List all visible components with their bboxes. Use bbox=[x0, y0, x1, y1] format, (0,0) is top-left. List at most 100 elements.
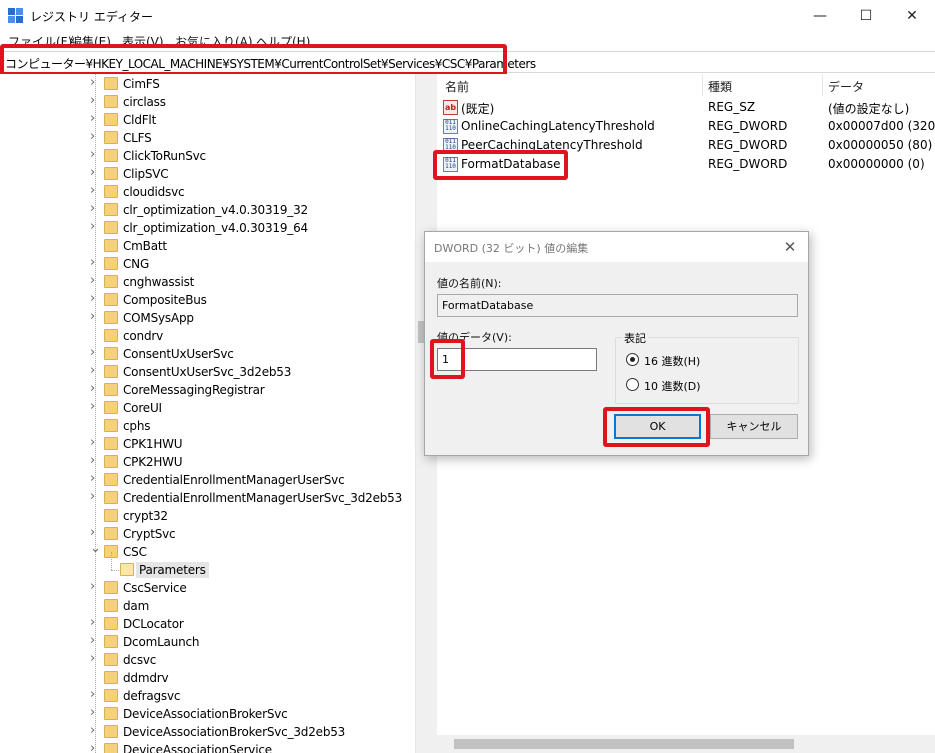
menu-view[interactable]: 表示(V) bbox=[122, 33, 164, 50]
chevron-right-icon[interactable]: › bbox=[90, 75, 100, 90]
chevron-right-icon[interactable]: › bbox=[90, 471, 100, 486]
folder-icon bbox=[104, 239, 118, 252]
dec-radio-label[interactable]: 10 進数(D) bbox=[644, 378, 701, 394]
tree-item[interactable]: › ConsentUxUserSvc bbox=[0, 345, 415, 363]
cancel-button[interactable]: キャンセル bbox=[710, 414, 798, 439]
column-header-data[interactable]: データ bbox=[828, 78, 864, 95]
tree-item[interactable]: › DeviceAssociationBrokerSvc bbox=[0, 705, 415, 723]
tree-item[interactable]: › clr_optimization_v4.0.30319_32 bbox=[0, 201, 415, 219]
maximize-button[interactable]: ☐ bbox=[843, 0, 889, 31]
chevron-right-icon[interactable]: › bbox=[90, 201, 100, 216]
tree-item[interactable]: dam bbox=[0, 597, 415, 615]
chevron-right-icon[interactable]: › bbox=[90, 363, 100, 378]
list-scrollbar-thumb[interactable] bbox=[454, 739, 794, 749]
value-row[interactable]: 011 110 PeerCachingLatencyThreshold REG_… bbox=[437, 136, 935, 155]
tree-item[interactable]: › CscService bbox=[0, 579, 415, 597]
tree-item[interactable]: › DCLocator bbox=[0, 615, 415, 633]
tree-item[interactable]: › COMSysApp bbox=[0, 309, 415, 327]
chevron-right-icon[interactable]: › bbox=[90, 381, 100, 396]
tree-item[interactable]: › CPK2HWU bbox=[0, 453, 415, 471]
menu-favorites[interactable]: お気に入り(A) bbox=[175, 33, 253, 50]
chevron-right-icon[interactable]: › bbox=[90, 147, 100, 162]
value-row-formatdatabase[interactable]: 011 110 FormatDatabase REG_DWORD 0x00000… bbox=[437, 155, 935, 174]
chevron-right-icon[interactable]: › bbox=[90, 651, 100, 666]
tree-item[interactable]: › cloudidsvc bbox=[0, 183, 415, 201]
chevron-right-icon[interactable]: › bbox=[90, 399, 100, 414]
ok-button[interactable]: OK bbox=[614, 414, 701, 439]
chevron-right-icon[interactable]: › bbox=[90, 129, 100, 144]
tree-item[interactable]: cphs bbox=[0, 417, 415, 435]
tree-item[interactable]: ddmdrv bbox=[0, 669, 415, 687]
address-path[interactable]: コンピューター¥HKEY_LOCAL_MACHINE¥SYSTEM¥Curren… bbox=[5, 55, 536, 72]
tree-item[interactable]: › CompositeBus bbox=[0, 291, 415, 309]
chevron-right-icon[interactable]: › bbox=[90, 723, 100, 738]
tree-item[interactable]: › DeviceAssociationBrokerSvc_3d2eb53 bbox=[0, 723, 415, 741]
menu-file[interactable]: ファイル(F) bbox=[8, 33, 72, 50]
chevron-right-icon[interactable]: › bbox=[90, 687, 100, 702]
tree-item[interactable]: ⌄ CSC bbox=[0, 541, 415, 561]
chevron-right-icon[interactable]: › bbox=[90, 579, 100, 594]
tree-item[interactable]: › circlass bbox=[0, 93, 415, 111]
chevron-right-icon[interactable]: › bbox=[90, 183, 100, 198]
chevron-right-icon[interactable]: › bbox=[90, 273, 100, 288]
tree-item[interactable]: › CldFlt bbox=[0, 111, 415, 129]
chevron-right-icon[interactable]: › bbox=[90, 741, 100, 753]
chevron-right-icon[interactable]: › bbox=[90, 435, 100, 450]
tree-item[interactable]: › ClickToRunSvc bbox=[0, 147, 415, 165]
key-tree-pane[interactable]: › CimFS › circlass › CldFlt › CLFS › ClickToRunSv… bbox=[0, 74, 415, 753]
tree-item[interactable]: crypt32 bbox=[0, 507, 415, 525]
chevron-right-icon[interactable]: › bbox=[90, 525, 100, 540]
hex-radio-label[interactable]: 16 進数(H) bbox=[644, 353, 700, 369]
chevron-right-icon[interactable]: › bbox=[90, 309, 100, 324]
dialog-close-icon[interactable]: ✕ bbox=[778, 236, 802, 258]
menu-help[interactable]: ヘルプ(H) bbox=[256, 33, 310, 50]
hex-radio[interactable] bbox=[626, 353, 639, 366]
chevron-right-icon[interactable]: › bbox=[90, 489, 100, 504]
chevron-right-icon[interactable]: › bbox=[90, 633, 100, 648]
value-row[interactable]: ab (既定) REG_SZ (値の設定なし) bbox=[437, 98, 935, 117]
tree-item[interactable]: › DcomLaunch bbox=[0, 633, 415, 651]
minimize-button[interactable]: — bbox=[797, 0, 843, 31]
chevron-right-icon[interactable]: › bbox=[90, 453, 100, 468]
tree-item[interactable]: › dcsvc bbox=[0, 651, 415, 669]
chevron-right-icon[interactable]: › bbox=[90, 93, 100, 108]
close-button[interactable]: ✕ bbox=[889, 0, 935, 31]
tree-item[interactable]: CmBatt bbox=[0, 237, 415, 255]
chevron-right-icon[interactable]: › bbox=[90, 345, 100, 360]
tree-item-selected[interactable]: Parameters bbox=[0, 552, 415, 579]
tree-item[interactable]: › CLFS bbox=[0, 129, 415, 147]
chevron-right-icon[interactable]: › bbox=[90, 255, 100, 270]
chevron-right-icon[interactable]: › bbox=[90, 615, 100, 630]
column-header-type[interactable]: 種類 bbox=[708, 78, 732, 95]
chevron-right-icon[interactable]: › bbox=[90, 219, 100, 234]
value-row[interactable]: 011 110 OnlineCachingLatencyThreshold RE… bbox=[437, 117, 935, 136]
tree-item[interactable]: › DeviceAssociationService bbox=[0, 741, 415, 753]
tree-item[interactable]: › CimFS bbox=[0, 75, 415, 93]
value-type: REG_DWORD bbox=[708, 157, 788, 171]
tree-item[interactable]: › ClipSVC bbox=[0, 165, 415, 183]
address-bar[interactable]: コンピューター¥HKEY_LOCAL_MACHINE¥SYSTEM¥Curren… bbox=[0, 51, 935, 73]
list-horizontal-scrollbar[interactable] bbox=[437, 735, 935, 753]
column-header-name[interactable]: 名前 bbox=[445, 78, 469, 95]
chevron-right-icon[interactable]: › bbox=[90, 705, 100, 720]
tree-item[interactable]: condrv bbox=[0, 327, 415, 345]
tree-item[interactable]: › CPK1HWU bbox=[0, 435, 415, 453]
chevron-right-icon[interactable]: › bbox=[90, 111, 100, 126]
tree-item[interactable]: › CredentialEnrollmentManagerUserSvc_3d2e… bbox=[0, 489, 415, 507]
chevron-right-icon[interactable]: › bbox=[90, 165, 100, 180]
tree-item[interactable]: › cnghwassist bbox=[0, 273, 415, 291]
chevron-right-icon[interactable]: › bbox=[90, 291, 100, 306]
tree-item[interactable]: › CNG bbox=[0, 255, 415, 273]
tree-item[interactable]: › CoreMessagingRegistrar bbox=[0, 381, 415, 399]
tree-item[interactable]: › clr_optimization_v4.0.30319_64 bbox=[0, 219, 415, 237]
tree-item[interactable]: › CoreUI bbox=[0, 399, 415, 417]
tree-item[interactable]: › defragsvc bbox=[0, 687, 415, 705]
tree-item[interactable]: › CredentialEnrollmentManagerUserSvc bbox=[0, 471, 415, 489]
tree-item[interactable]: › ConsentUxUserSvc_3d2eb53 bbox=[0, 363, 415, 381]
dec-radio[interactable] bbox=[626, 378, 639, 391]
chevron-down-icon[interactable]: ⌄ bbox=[90, 541, 101, 556]
value-data-input[interactable]: 1 bbox=[437, 348, 597, 371]
tree-item[interactable]: › CryptSvc bbox=[0, 525, 415, 543]
menu-edit[interactable]: 編集(E) bbox=[70, 33, 111, 50]
tree-item-label: dam bbox=[123, 599, 150, 613]
